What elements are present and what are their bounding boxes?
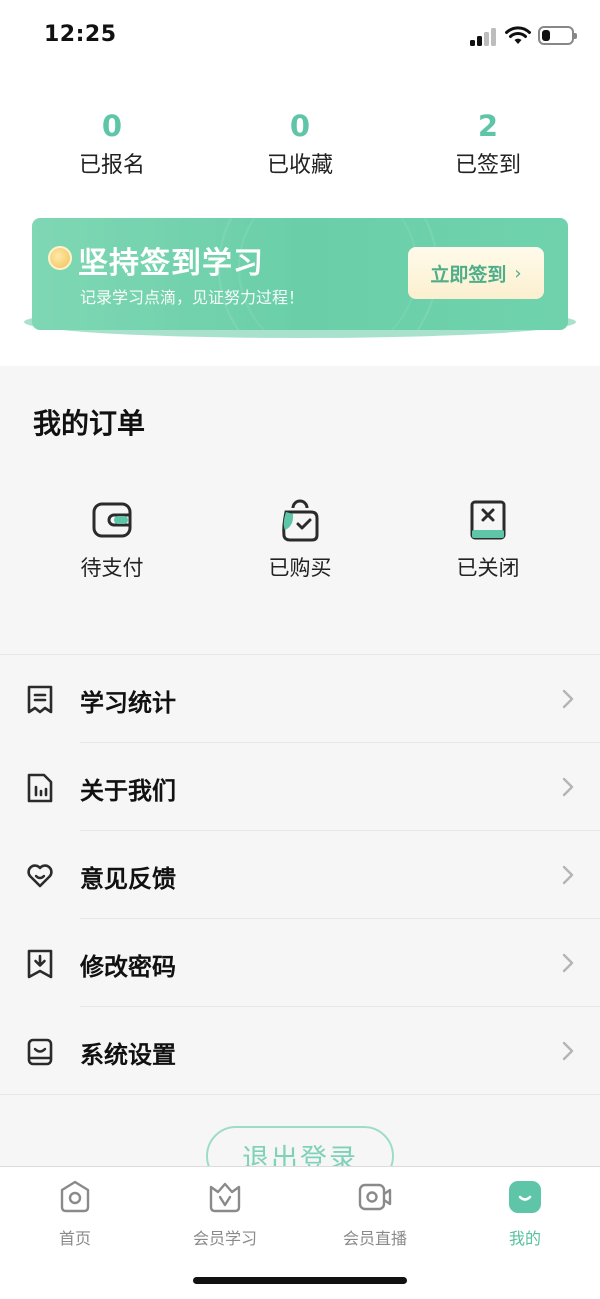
settings-menu: 学习统计 关于我们 意见反馈 修改密码 系统设置 <box>0 654 600 1095</box>
menu-label: 修改密码 <box>80 953 176 981</box>
home-indicator <box>193 1277 407 1284</box>
vip-crown-icon <box>209 1182 241 1213</box>
chevron-right-icon <box>562 865 574 885</box>
chevron-right-icon <box>562 1041 574 1061</box>
divider <box>0 1094 600 1095</box>
chevron-right-icon <box>562 953 574 973</box>
stat-checked-in[interactable]: 2 已签到 <box>408 106 568 184</box>
battery-level <box>542 30 550 41</box>
stat-favorited[interactable]: 0 已收藏 <box>220 106 380 184</box>
checkin-button[interactable]: 立即签到 › <box>408 247 544 299</box>
menu-item-change-password[interactable]: 修改密码 <box>0 919 600 1007</box>
menu-label: 系统设置 <box>80 1041 176 1069</box>
chevron-right-icon <box>562 777 574 797</box>
wallet-icon <box>92 502 132 538</box>
closed-book-icon <box>470 500 506 540</box>
tab-vip-study[interactable]: 会员学习 <box>150 1179 300 1249</box>
stat-value: 0 <box>289 109 311 143</box>
document-chart-icon <box>27 773 53 803</box>
chevron-right-icon: › <box>514 262 522 284</box>
order-label: 已关闭 <box>456 556 520 580</box>
menu-item-system-settings[interactable]: 系统设置 <box>0 1007 600 1095</box>
download-box-icon <box>27 949 53 979</box>
banner-title: 坚持签到学习 <box>78 246 264 281</box>
tab-label: 会员学习 <box>192 1229 257 1248</box>
banner-decoration <box>238 218 418 330</box>
menu-label: 学习统计 <box>80 689 176 717</box>
tab-label: 我的 <box>508 1229 541 1248</box>
stat-value: 0 <box>101 109 123 143</box>
stat-label: 已签到 <box>454 153 521 178</box>
menu-label: 关于我们 <box>80 777 176 805</box>
tab-label: 会员直播 <box>342 1229 407 1248</box>
stat-label: 已收藏 <box>266 153 333 178</box>
smile-face-icon <box>509 1181 541 1213</box>
stat-label: 已报名 <box>78 153 145 178</box>
order-label: 已购买 <box>268 556 332 580</box>
order-purchased[interactable]: 已购买 <box>220 496 380 582</box>
checkin-button-label: 立即签到 <box>430 263 507 286</box>
orders-title: 我的订单 <box>33 407 146 440</box>
tab-home[interactable]: 首页 <box>0 1179 150 1249</box>
monitor-icon <box>27 1038 53 1066</box>
status-bar: 12:25 <box>0 0 600 72</box>
tab-label: 首页 <box>58 1229 91 1248</box>
banner-subtitle: 记录学习点滴，见证努力过程！ <box>80 288 305 307</box>
coin-icon <box>48 246 72 270</box>
order-label: 待支付 <box>80 556 144 580</box>
checkin-banner: 坚持签到学习 记录学习点滴，见证努力过程！ 立即签到 › <box>32 218 568 330</box>
menu-item-feedback[interactable]: 意见反馈 <box>0 831 600 919</box>
tab-vip-live[interactable]: 会员直播 <box>300 1179 450 1249</box>
stat-value: 2 <box>477 109 499 143</box>
menu-item-study-stats[interactable]: 学习统计 <box>0 655 600 743</box>
heart-icon <box>27 864 53 888</box>
stats-row: 0 已报名 0 已收藏 2 已签到 <box>0 106 600 186</box>
tab-mine[interactable]: 我的 <box>450 1179 600 1249</box>
order-closed[interactable]: 已关闭 <box>408 496 568 582</box>
video-camera-icon <box>358 1183 392 1211</box>
home-icon <box>60 1180 90 1213</box>
receipt-icon <box>27 685 53 714</box>
chevron-right-icon <box>562 689 574 709</box>
status-time: 12:25 <box>44 22 117 47</box>
menu-item-about-us[interactable]: 关于我们 <box>0 743 600 831</box>
wifi-icon <box>505 26 531 44</box>
stat-registered[interactable]: 0 已报名 <box>32 106 192 184</box>
battery-icon <box>538 26 577 45</box>
order-pending-payment[interactable]: 待支付 <box>32 496 192 582</box>
shopping-bag-icon <box>282 499 319 542</box>
cellular-signal-icon <box>470 28 498 46</box>
menu-label: 意见反馈 <box>80 865 176 893</box>
